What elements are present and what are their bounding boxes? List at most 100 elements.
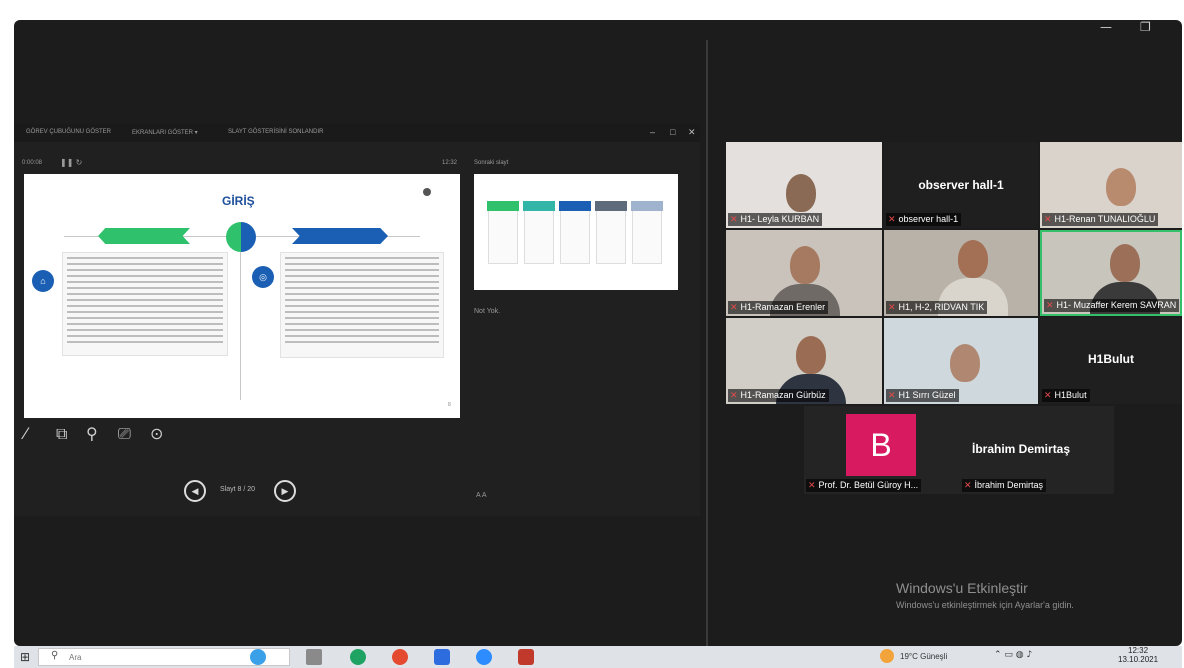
participant-name: ✕ H1- Leyla KURBAN [728,213,823,226]
participant-tile-row[interactable]: B İbrahim Demirtaş ✕ Prof. Dr. Betül Güro… [804,406,1114,494]
taskbar-date: 13.10.2021 [1118,655,1159,664]
slide-center-circle [226,222,256,252]
participant-video [786,174,816,212]
participant-name: ✕ İbrahim Demirtaş [962,479,1047,492]
zoom-app-icon[interactable] [476,649,492,665]
slide-right-icon: ◎ [252,266,274,288]
cortana-icon[interactable] [250,649,266,665]
participant-tile-active-speaker[interactable]: ✕ H1- Muzaffer Kerem SAVRAN [1040,230,1182,316]
participant-video [1110,244,1140,282]
previous-slide-button[interactable]: ◀ [184,480,206,502]
pane-divider[interactable] [706,40,708,646]
taskbar-time: 12:32 [1128,646,1149,655]
mic-muted-icon: ✕ [730,391,738,401]
participant-tile[interactable]: ✕ H1-Renan TUNALIOĞLU [1040,142,1182,228]
taskbar-clock[interactable]: 12:32 13.10.2021 [1118,646,1158,664]
presenter-close-icon[interactable]: ✕ [688,127,696,138]
mic-muted-icon: ✕ [1044,391,1052,401]
presenter-toolbar: GÖREV ÇUBUĞUNU GÖSTER EKRANLARI GÖSTER ▾… [14,124,700,142]
zoom-icon[interactable]: ⚲ [86,424,98,443]
chrome-browser-icon[interactable] [392,649,408,665]
mic-muted-icon: ✕ [730,303,738,313]
slide-blue-arrow [292,228,388,244]
participant-video [950,344,980,382]
participant-name: ✕ observer hall-1 [886,213,962,226]
slide-left-icon: ⌂ [32,270,54,292]
watermark-title: Windows'u Etkinleştir [896,580,1028,596]
elapsed-timer: 0:00:08 [22,160,43,166]
participant-tile[interactable]: ✕ H1- Leyla KURBAN [726,142,882,228]
participant-tile[interactable]: ✕ H1-Ramazan Erenler [726,230,882,316]
mic-muted-icon: ✕ [808,481,816,491]
timer-controls[interactable]: ❚❚ ↻ [60,158,82,167]
search-icon: ⚲ [51,650,59,661]
edge-browser-icon[interactable] [350,649,366,665]
speaker-notes: Not Yok. [474,308,501,315]
slide-page-marker: 8 [448,402,451,408]
task-view-icon[interactable] [306,649,322,665]
show-taskbar-button[interactable]: GÖREV ÇUBUĞUNU GÖSTER [26,129,111,135]
participant-name: ✕ H1- Muzaffer Kerem SAVRAN [1044,299,1180,312]
participant-tile[interactable]: H1Bulut ✕ H1Bulut [1040,318,1182,404]
mic-muted-icon: ✕ [888,215,896,225]
participant-video [796,336,826,374]
mic-muted-icon: ✕ [964,481,972,491]
slide-green-arrow [98,228,190,244]
thumb-card [631,201,663,264]
next-slide-button[interactable]: ▶ [274,480,296,502]
end-slideshow-button[interactable]: SLAYT GÖSTERİSİNİ SONLANDIR [228,129,323,135]
display-settings-button[interactable]: EKRANLARI GÖSTER ▾ [132,129,198,136]
taskbar: ⊞ ⚲ Ara 19°C Güneşli ⌃ ▭ ◍ ♪ 12:32 13.10… [14,646,1182,668]
windows-start-icon[interactable]: ⊞ [20,650,30,664]
thumb-card [523,201,555,264]
desktop: — ❐ GÖREV ÇUBUĞUNU GÖSTER EKRANLARI GÖST… [14,20,1182,646]
system-tray-icons[interactable]: ⌃ ▭ ◍ ♪ [994,650,1032,660]
activation-watermark: Windows'u Etkinleştir Windows'u etkinleş… [896,580,1074,610]
laser-pointer-icon[interactable]: ⧉ [56,424,67,444]
presenter-view: GÖREV ÇUBUĞUNU GÖSTER EKRANLARI GÖSTER ▾… [14,124,700,516]
participant-tile[interactable]: ✕ H1-Ramazan Gürbüz [726,318,882,404]
participant-name: ✕ H1 Sırrı Güzel [886,389,959,402]
participant-video [958,240,988,278]
screen: — ❐ GÖREV ÇUBUĞUNU GÖSTER EKRANLARI GÖST… [0,0,1184,668]
participant-video [790,246,820,284]
next-slide-thumbnail[interactable] [474,174,678,290]
file-explorer-icon[interactable] [434,649,450,665]
mic-muted-icon: ✕ [1046,301,1054,311]
avatar: B [846,414,916,476]
participant-name: ✕ H1Bulut [1042,389,1090,402]
presenter-maximize-icon[interactable]: □ [670,127,675,137]
powerpoint-icon[interactable] [518,649,534,665]
presenter-minimize-icon[interactable]: – [650,127,655,137]
participant-display-name: İbrahim Demirtaş [972,442,1071,456]
pen-icon[interactable]: ⁄ [24,424,27,443]
thumb-card [595,201,627,264]
slide-logo [423,188,431,196]
mic-muted-icon: ✕ [888,303,896,313]
watermark-subtitle: Windows'u etkinleştirmek için Ayarlar'a … [896,600,1074,610]
slide-counter[interactable]: Slayt 8 / 20 [220,486,255,493]
presenter-view-icon[interactable]: ⎚ [118,424,131,444]
thumb-card [487,201,519,264]
participant-tile[interactable]: ✕ H1 Sırrı Güzel [884,318,1038,404]
participant-tile[interactable]: ✕ H1, H-2, RIDVAN TIK [884,230,1038,316]
weather-temperature[interactable]: 19°C Güneşli [900,652,947,661]
thumb-card [559,201,591,264]
more-options-icon[interactable]: ⊙ [150,424,163,443]
slide-right-textbox [280,252,444,358]
participant-name: ✕ H1-Ramazan Gürbüz [728,389,829,402]
participant-name: ✕ H1-Renan TUNALIOĞLU [1042,213,1159,226]
slide-vertical-line [240,252,241,400]
participant-name: ✕ H1-Ramazan Erenler [728,301,829,314]
restore-button[interactable]: ❐ [1140,20,1151,34]
slide-title: GİRİŞ [222,194,255,208]
minimize-button[interactable]: — [1100,20,1112,34]
participant-tile[interactable]: observer hall-1 ✕ observer hall-1 [884,142,1038,228]
weather-icon[interactable] [880,649,894,663]
participant-display-name: observer hall-1 [918,178,1004,192]
presenter-clock: 12:32 [442,160,458,166]
participant-name: ✕ H1, H-2, RIDVAN TIK [886,301,988,314]
mic-muted-icon: ✕ [730,215,738,225]
participant-video [1106,168,1136,206]
notes-font-size-controls[interactable]: A A [476,492,487,499]
